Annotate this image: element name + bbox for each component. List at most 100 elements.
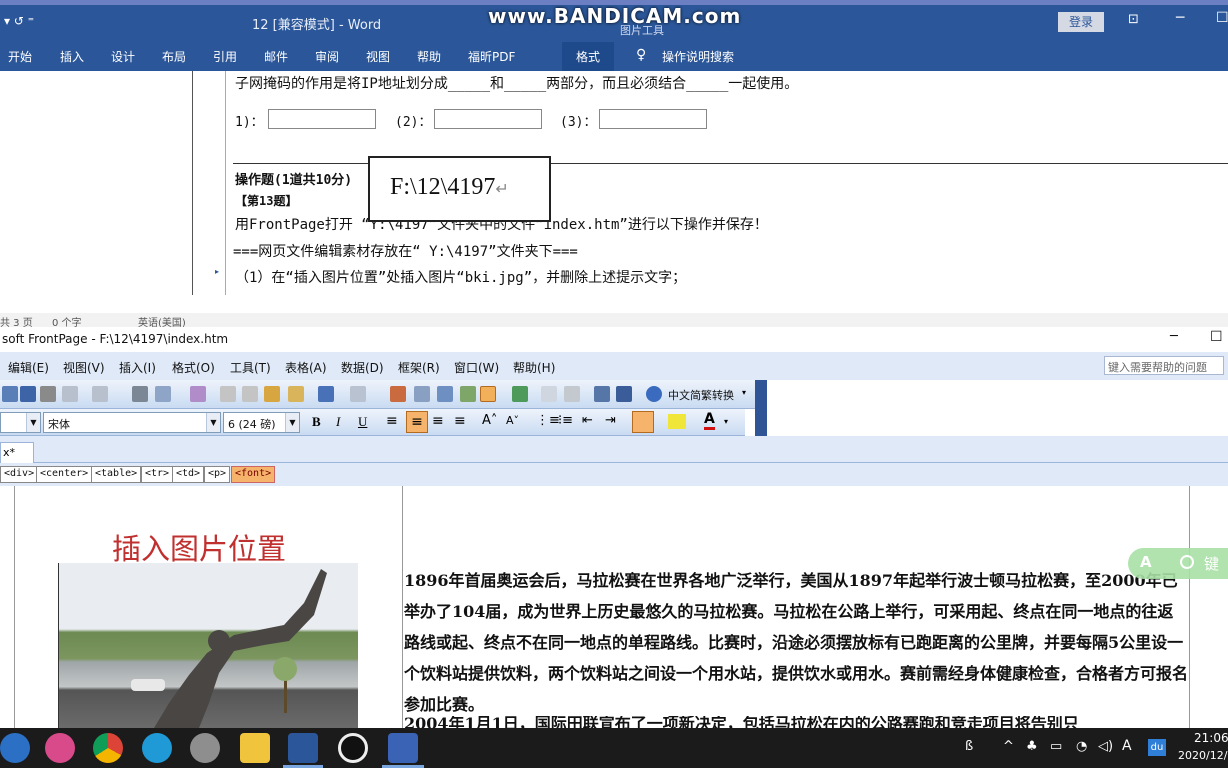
help-icon[interactable] [646, 386, 662, 402]
maximize-icon[interactable]: ☐ [1216, 10, 1228, 26]
insert-component-icon[interactable] [390, 386, 406, 402]
minimize-icon[interactable]: ─ [1176, 10, 1184, 26]
paste-icon[interactable] [264, 386, 280, 402]
statue-photo[interactable] [58, 563, 358, 728]
menu-table[interactable]: 表格(A) [285, 359, 327, 376]
spelling-icon[interactable] [190, 386, 206, 402]
tab-insert[interactable]: 插入 [60, 48, 84, 65]
edge-icon[interactable] [142, 733, 172, 763]
chinese-conversion-button[interactable]: 中文简繁转换 [668, 387, 734, 403]
menu-data[interactable]: 数据(D) [341, 359, 384, 376]
volume-icon[interactable]: ◁) [1098, 739, 1113, 754]
menu-view[interactable]: 视图(V) [63, 359, 105, 376]
menu-tools[interactable]: 工具(T) [230, 359, 271, 376]
insert-table-icon[interactable] [414, 386, 430, 402]
decrease-font-icon[interactable]: A˅ [506, 414, 519, 427]
quick-tag-p[interactable]: <p> [204, 466, 231, 483]
save-icon[interactable] [20, 386, 36, 402]
increase-font-icon[interactable]: A˄ [482, 413, 497, 428]
wifi-icon[interactable]: ◔ [1076, 739, 1087, 754]
font-name-select[interactable]: 宋体 ▼ [43, 412, 221, 433]
align-right-icon[interactable]: ≡ [432, 413, 444, 429]
tab-foxit-pdf[interactable]: 福昕PDF [468, 48, 515, 65]
battery-icon[interactable]: ▭ [1050, 739, 1062, 754]
style-select[interactable]: ▼ [0, 412, 41, 433]
answer-field-2[interactable] [434, 109, 542, 129]
font-size-select[interactable]: 6 (24 磅) ▼ [223, 412, 300, 433]
page-tab[interactable]: x* [0, 442, 34, 463]
folder-list-icon[interactable] [92, 386, 108, 402]
tab-mailings[interactable]: 邮件 [264, 48, 288, 65]
fp-minimize-icon[interactable]: ─ [1170, 329, 1178, 344]
toolbar-options-handle[interactable] [755, 380, 767, 436]
tab-home[interactable]: 开始 [8, 48, 32, 65]
tab-references[interactable]: 引用 [213, 48, 237, 65]
login-button[interactable]: 登录 [1058, 12, 1104, 32]
stop-icon[interactable] [564, 386, 580, 402]
quick-tag-center[interactable]: <center> [36, 466, 93, 483]
gutter-arrow-icon[interactable]: ▸ [215, 267, 219, 276]
image-placeholder-text[interactable]: 插入图片位置 [112, 526, 286, 568]
quick-tag-div[interactable]: <div> [0, 466, 39, 483]
answer-field-1[interactable] [268, 109, 376, 129]
ie-browser-icon[interactable] [0, 733, 30, 763]
tab-layout[interactable]: 布局 [162, 48, 186, 65]
bandicam-record-icon[interactable] [338, 733, 368, 763]
search-icon[interactable] [40, 386, 56, 402]
menu-help[interactable]: 帮助(H) [513, 359, 555, 376]
bullets-icon[interactable]: ⁝≡ [558, 413, 573, 428]
underline-icon[interactable]: U [358, 414, 367, 430]
chevron-up-icon[interactable]: ^ [1003, 739, 1014, 754]
fp-maximize-icon[interactable]: ☐ [1210, 329, 1223, 345]
redo-icon[interactable] [350, 386, 366, 402]
format-painter-icon[interactable] [288, 386, 304, 402]
tab-help[interactable]: 帮助 [417, 48, 441, 65]
people-icon[interactable]: ß [965, 739, 973, 754]
menu-insert[interactable]: 插入(I) [119, 359, 156, 376]
quick-tag-table[interactable]: <table> [91, 466, 142, 483]
menu-format[interactable]: 格式(O) [172, 359, 215, 376]
borders-icon[interactable] [632, 411, 654, 433]
file-explorer-icon[interactable] [240, 733, 270, 763]
tab-review[interactable]: 审阅 [315, 48, 339, 65]
insert-layer-icon[interactable] [437, 386, 453, 402]
frontpage-taskbar-icon[interactable] [388, 733, 418, 763]
decrease-indent-icon[interactable]: ⇤ [582, 413, 593, 428]
answer-field-3[interactable] [599, 109, 707, 129]
new-page-icon[interactable] [2, 386, 18, 402]
publish-icon[interactable] [62, 386, 78, 402]
quick-tag-td[interactable]: <td> [172, 466, 205, 483]
undo-icon[interactable] [318, 386, 334, 402]
menu-frames[interactable]: 框架(R) [398, 359, 440, 376]
baidu-input-icon[interactable]: du [1148, 739, 1166, 756]
bold-icon[interactable]: B [312, 414, 321, 430]
align-left-icon[interactable]: ≡ [386, 413, 398, 429]
ribbon-display-icon[interactable]: ⊡ [1128, 12, 1139, 27]
tab-design[interactable]: 设计 [111, 48, 135, 65]
justify-icon[interactable]: ≡ [454, 413, 466, 429]
show-all-icon[interactable] [594, 386, 610, 402]
hyperlink-icon[interactable] [512, 386, 528, 402]
cut-icon[interactable] [220, 386, 236, 402]
qq-icon[interactable]: ♣ [1026, 739, 1038, 754]
numbering-icon[interactable]: ⋮≡ [536, 413, 560, 428]
clock-time[interactable]: 21:06 [1194, 731, 1228, 745]
input-method-indicator[interactable]: A [1122, 738, 1132, 754]
tell-me-search[interactable]: 操作说明搜索 [662, 48, 734, 65]
conversion-dropdown-icon[interactable]: ▾ [742, 388, 746, 397]
tab-format[interactable]: 格式 [562, 42, 615, 71]
increase-indent-icon[interactable]: ⇥ [605, 413, 616, 428]
chrome-icon[interactable] [93, 733, 123, 763]
app-icon[interactable] [190, 733, 220, 763]
quick-tag-tr[interactable]: <tr> [141, 466, 174, 483]
tab-view[interactable]: 视图 [366, 48, 390, 65]
insert-picture-icon[interactable] [460, 386, 476, 402]
font-color-dropdown-icon[interactable]: ▾ [724, 417, 728, 426]
align-center-icon[interactable]: ≡ [406, 411, 428, 433]
copy-icon[interactable] [242, 386, 258, 402]
help-search-input[interactable]: 键入需要帮助的问题 [1104, 356, 1224, 375]
highlight-icon[interactable] [668, 414, 686, 429]
quick-tag-font[interactable]: <font> [231, 466, 276, 483]
print-icon[interactable] [132, 386, 148, 402]
anchor-icon[interactable] [616, 386, 632, 402]
